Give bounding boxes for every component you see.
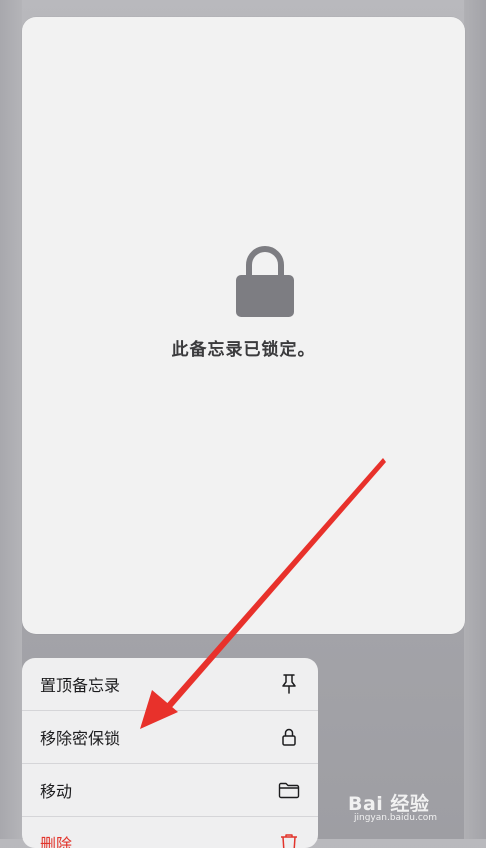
menu-item-remove-lock[interactable]: 移除密保锁: [22, 711, 318, 763]
background-blur-right: [464, 0, 486, 839]
lock-icon: [236, 246, 294, 317]
watermark: Bai 经验 jingyan.baidu.com: [348, 789, 468, 829]
folder-icon: [278, 779, 300, 801]
trash-icon: [278, 832, 300, 848]
watermark-url: jingyan.baidu.com: [354, 813, 438, 823]
menu-item-label: 置顶备忘录: [40, 676, 121, 695]
menu-item-label: 移动: [40, 782, 73, 801]
menu-item-move[interactable]: 移动: [22, 764, 318, 816]
menu-item-label: 移除密保锁: [40, 729, 121, 748]
watermark-logo: Bai 经验: [348, 793, 430, 815]
lock-icon: [278, 726, 300, 748]
menu-item-pin-note[interactable]: 置顶备忘录: [22, 658, 318, 710]
background-blur-left: [0, 0, 22, 839]
menu-item-delete[interactable]: 删除: [22, 817, 318, 848]
locked-message: 此备忘录已锁定。: [171, 340, 316, 360]
pin-icon: [278, 673, 300, 695]
note-preview-card[interactable]: 此备忘录已锁定。: [22, 17, 465, 634]
context-menu: 置顶备忘录 移除密保锁 移动 删除: [22, 658, 318, 848]
menu-item-label: 删除: [40, 835, 73, 848]
